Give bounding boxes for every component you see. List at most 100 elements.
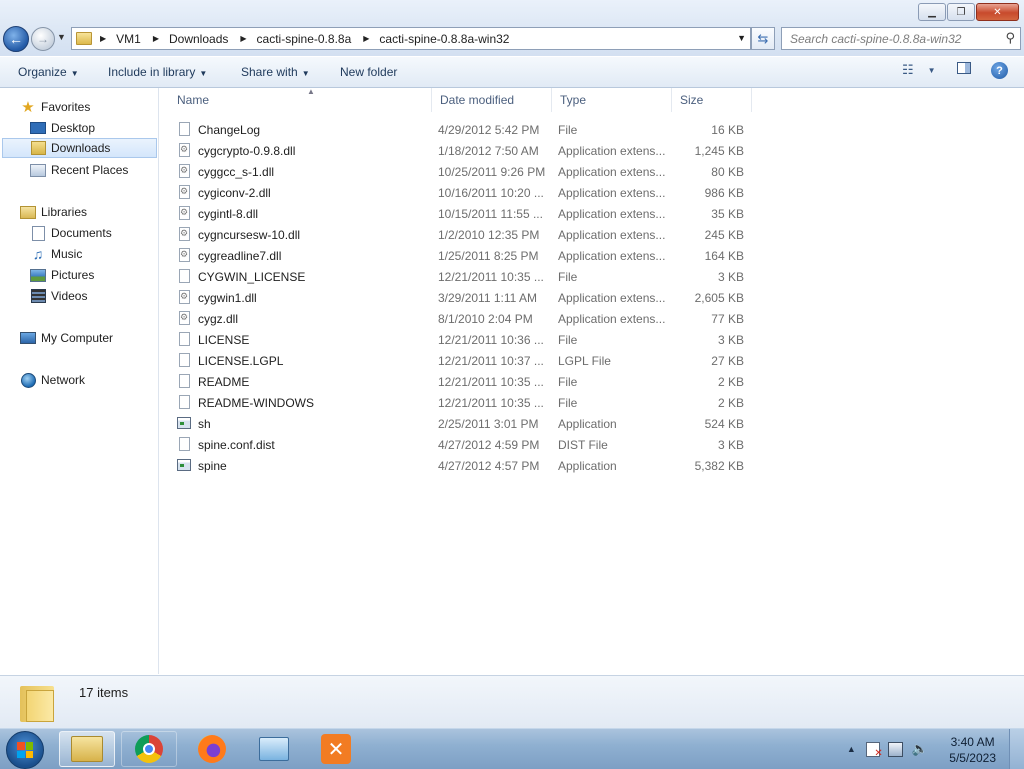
nav-music-label: Music (51, 247, 83, 261)
search-icon[interactable]: ⚲ (1005, 30, 1015, 46)
column-header-name[interactable]: Name ▲ (169, 87, 432, 112)
chevron-down-icon: ▼ (199, 69, 208, 78)
share-with-button[interactable]: Share with ▼ (241, 65, 310, 79)
file-type: Application extens... (558, 228, 666, 242)
column-header-size[interactable]: Size (672, 88, 752, 112)
column-header-type[interactable]: Type (552, 88, 672, 112)
breadcrumb: ▶ VM1 ▶ Downloads ▶ cacti-spine-0.8.8a ▶… (100, 32, 509, 46)
volume-icon[interactable]: 🔈 (912, 741, 928, 757)
taskbar-explorer[interactable] (59, 731, 115, 767)
windows-logo-icon (17, 742, 33, 758)
taskbar: ✕ ▲ ✕ 🔈 3:40 AM 5/5/2023 (0, 728, 1024, 769)
music-icon: ♫ (32, 246, 44, 262)
breadcrumb-cacti-spine-win32[interactable]: cacti-spine-0.8.8a-win32 (379, 32, 509, 46)
nav-libraries[interactable]: Libraries (20, 202, 177, 222)
file-row[interactable]: ChangeLog 4/29/2012 5:42 PM File 16 KB (176, 119, 756, 140)
action-center-icon[interactable]: ✕ (865, 741, 883, 759)
file-size: 80 KB (711, 165, 744, 179)
help-button[interactable]: ? (991, 62, 1008, 79)
forward-button[interactable]: → (31, 27, 55, 51)
taskbar-xampp[interactable]: ✕ (308, 731, 364, 767)
file-name: cygncursesw-10.dll (198, 228, 301, 242)
file-row[interactable]: CYGWIN_LICENSE 12/21/2011 10:35 ... File 3 … (176, 266, 756, 287)
file-date-modified: 4/27/2012 4:59 PM (438, 438, 540, 452)
new-folder-label: New folder (340, 65, 398, 79)
minimize-button[interactable]: ▁ (918, 3, 946, 21)
file-date-modified: 10/25/2011 9:26 PM (438, 165, 546, 179)
chevron-right-icon[interactable]: ▶ (153, 34, 159, 43)
nav-favorites-label: Favorites (41, 100, 91, 114)
file-type: Application extens... (558, 186, 666, 200)
file-row[interactable]: cygz.dll 8/1/2010 2:04 PM Application exte… (176, 308, 756, 329)
chevron-right-icon[interactable]: ▶ (100, 34, 106, 43)
file-date-modified: 12/21/2011 10:35 ... (438, 396, 544, 410)
chevron-down-icon: ▼ (927, 65, 936, 75)
clock[interactable]: 3:40 AM 5/5/2023 (949, 734, 996, 766)
file-name: cygiconv-2.dll (198, 186, 271, 200)
file-row[interactable]: cygcrypto-0.9.8.dll 1/18/2012 7:50 AM Appl… (176, 140, 756, 161)
search-input[interactable] (788, 30, 1002, 47)
column-name-label: Name (177, 93, 210, 107)
explorer-icon (71, 736, 103, 762)
address-dropdown-icon[interactable]: ▼ (737, 33, 746, 43)
file-row[interactable]: cygiconv-2.dll 10/16/2011 10:20 ... Applic… (176, 182, 756, 203)
network-status-icon[interactable] (887, 741, 903, 757)
file-type: LGPL File (558, 354, 611, 368)
file-row[interactable]: cygwin1.dll 3/29/2011 1:11 AM Application … (176, 287, 756, 308)
file-row[interactable]: README-WINDOWS 12/21/2011 10:35 ... File 2 … (176, 392, 756, 413)
nav-downloads[interactable]: Downloads (2, 138, 157, 158)
chevron-up-icon[interactable]: ▲ (847, 744, 856, 754)
file-row[interactable]: README 12/21/2011 10:35 ... File 2 KB (176, 371, 756, 392)
file-date-modified: 12/21/2011 10:37 ... (438, 354, 544, 368)
breadcrumb-cacti-spine[interactable]: cacti-spine-0.8.8a (257, 32, 352, 46)
chevron-right-icon[interactable]: ▶ (240, 34, 246, 43)
dll-icon (179, 227, 190, 241)
search-box[interactable]: ⚲ (781, 27, 1021, 50)
chevron-right-icon[interactable]: ▶ (363, 34, 369, 43)
file-row[interactable]: LICENSE 12/21/2011 10:36 ... File 3 KB (176, 329, 756, 350)
file-row[interactable]: cygreadline7.dll 1/25/2011 8:25 PM Applica… (176, 245, 756, 266)
preview-pane-button[interactable] (957, 62, 971, 74)
taskbar-remote-desktop[interactable] (246, 731, 302, 767)
close-button[interactable]: ✕ (976, 3, 1019, 21)
new-folder-button[interactable]: New folder (340, 65, 397, 79)
include-in-library-button[interactable]: Include in library ▼ (108, 65, 207, 79)
dll-icon (179, 290, 190, 304)
file-row[interactable]: sh 2/25/2011 3:01 PM Application 524 KB (176, 413, 756, 434)
refresh-button[interactable]: ⇆ (751, 27, 775, 50)
file-row[interactable]: spine.conf.dist 4/27/2012 4:59 PM DIST Fil… (176, 434, 756, 455)
file-date-modified: 1/2/2010 12:35 PM (438, 228, 540, 242)
nav-documents-label: Documents (51, 226, 112, 240)
breadcrumb-downloads[interactable]: Downloads (169, 32, 228, 46)
nav-my-computer-label: My Computer (41, 331, 114, 345)
recent-pages-dropdown[interactable]: ▼ (57, 32, 66, 42)
file-row[interactable]: cygintl-8.dll 10/15/2011 11:55 ... Applica… (176, 203, 756, 224)
nav-favorites[interactable]: ★ Favorites (20, 97, 177, 117)
address-bar[interactable]: ▶ VM1 ▶ Downloads ▶ cacti-spine-0.8.8a ▶… (71, 27, 751, 50)
breadcrumb-vm1[interactable]: VM1 (116, 32, 141, 46)
back-button[interactable]: ← (3, 26, 29, 52)
organize-button[interactable]: Organize ▼ (18, 65, 79, 79)
file-row[interactable]: cyggcc_s-1.dll 10/25/2011 9:26 PM Applicat… (176, 161, 756, 182)
file-row[interactable]: cygncursesw-10.dll 1/2/2010 12:35 PM Appli… (176, 224, 756, 245)
firefox-icon (198, 735, 226, 763)
file-row[interactable]: LICENSE.LGPL 12/21/2011 10:37 ... LGPL Fil… (176, 350, 756, 371)
taskbar-chrome[interactable] (121, 731, 177, 767)
file-row[interactable]: spine 4/27/2012 4:57 PM Application 5,382 K… (176, 455, 756, 476)
taskbar-firefox[interactable] (184, 731, 240, 767)
maximize-button[interactable]: ❐ (947, 3, 975, 21)
app-icon (177, 417, 191, 429)
nav-network[interactable]: Network (20, 370, 177, 390)
nav-my-computer[interactable]: My Computer (20, 328, 177, 348)
file-date-modified: 10/16/2011 10:20 ... (438, 186, 544, 200)
change-view-button[interactable]: ☷ ▼ (902, 62, 936, 78)
computer-icon (20, 331, 36, 345)
file-name: README (198, 375, 250, 389)
column-date-label: Date modified (440, 93, 515, 107)
navigation-pane: ★ Favorites Desktop Downloads Recent Pla… (0, 88, 159, 674)
documents-icon (30, 225, 46, 241)
show-desktop-button[interactable] (1009, 729, 1024, 769)
nav-network-label: Network (41, 373, 86, 387)
column-header-date[interactable]: Date modified (432, 88, 552, 112)
start-button[interactable] (6, 731, 44, 769)
